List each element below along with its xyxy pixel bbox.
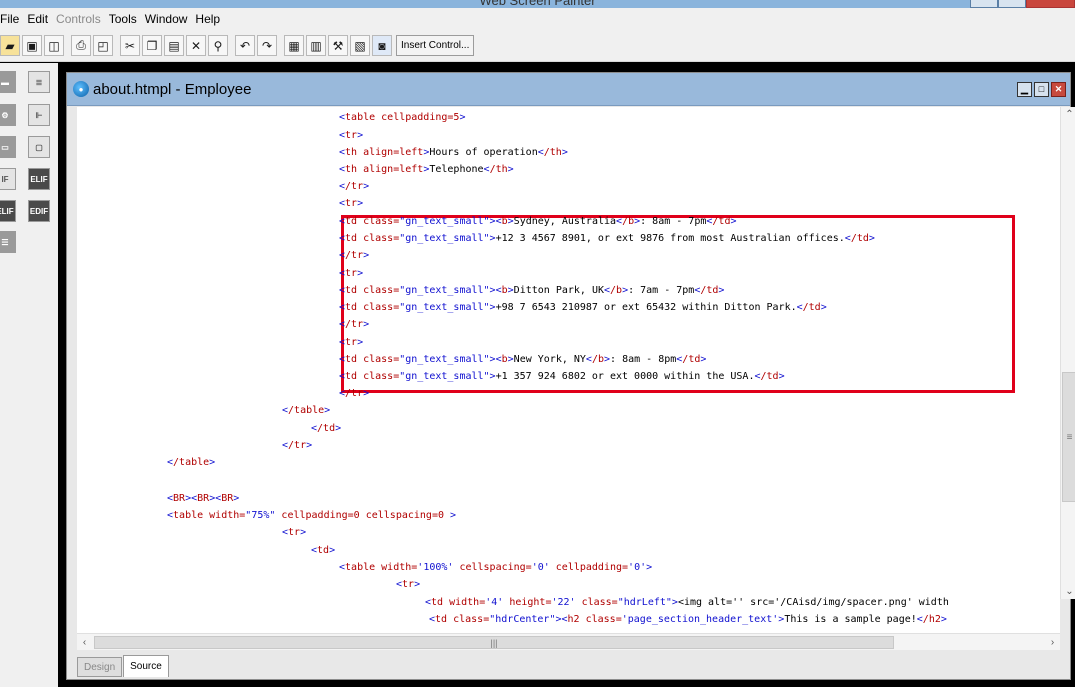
scroll-right-icon[interactable]: › — [1045, 635, 1060, 650]
tool-stack-icon[interactable]: ☰ — [0, 231, 16, 253]
source-editor[interactable]: <table cellpadding=5> <tr> <th align=left>… — [77, 107, 1060, 633]
vertical-scroll-thumb[interactable]: ≡ — [1062, 372, 1075, 502]
maximize-document-button[interactable]: □ — [1034, 82, 1049, 97]
code-line: </tr> — [339, 388, 370, 399]
document-title-bar: ● about.htmpl - Employee ▁ □ ✕ — [67, 73, 1070, 106]
code-line: <td class="gn_text_small"><b>Sydney, Aus… — [339, 216, 737, 227]
print-preview-icon[interactable]: ◰ — [93, 35, 113, 56]
code-line: </table> — [282, 405, 331, 416]
code-line: <td> — [311, 545, 336, 556]
redo-icon[interactable]: ↷ — [257, 35, 277, 56]
code-line: <th align=left>Hours of operation</th> — [339, 147, 568, 158]
properties-icon[interactable]: ▦ — [284, 35, 304, 56]
app-title: Web Screen Painter — [479, 0, 596, 8]
tools-icon[interactable]: ⚒ — [328, 35, 348, 56]
app-title-bar: Web Screen Painter — [0, 0, 1075, 8]
horizontal-scrollbar[interactable]: ‹ ||| › — [77, 633, 1060, 650]
tool-else-icon[interactable]: ELIF — [0, 200, 16, 222]
minimize-document-button[interactable]: ▁ — [1017, 82, 1032, 97]
tool-elif-icon[interactable]: ELIF — [28, 168, 50, 190]
menu-window[interactable]: Window — [145, 12, 192, 26]
form-icon[interactable]: ▥ — [306, 35, 326, 56]
code-line: <tr> — [339, 268, 364, 279]
maximize-app-button[interactable] — [998, 0, 1026, 8]
code-line: </tr> — [339, 250, 370, 261]
code-line: </tr> — [339, 181, 370, 192]
save-icon[interactable]: ▣ — [22, 35, 42, 56]
code-line: <tr> — [339, 198, 364, 209]
minimize-app-button[interactable] — [970, 0, 998, 8]
menu-help[interactable]: Help — [195, 12, 224, 26]
code-line: <tr> — [396, 579, 421, 590]
code-line: <td class="gn_text_small">+1 357 924 680… — [339, 371, 785, 382]
menu-controls[interactable]: Controls — [56, 12, 105, 26]
settings-icon[interactable]: ▧ — [350, 35, 370, 56]
code-line: <td class="gn_text_small">+98 7 6543 210… — [339, 302, 827, 313]
copy-icon[interactable]: ❐ — [142, 35, 162, 56]
print-icon[interactable]: ⎙ — [71, 35, 91, 56]
mdi-workspace: ● about.htmpl - Employee ▁ □ ✕ <table ce… — [58, 63, 1075, 687]
code-line: </table> — [167, 457, 216, 468]
tool-image-icon[interactable]: ▬ — [0, 71, 16, 93]
code-line: </td> — [311, 423, 342, 434]
menu-file[interactable]: File — [0, 12, 23, 26]
code-line: <td class="gn_text_small"><b>New York, N… — [339, 354, 707, 365]
insert-control-button[interactable]: Insert Control... — [396, 35, 475, 56]
code-line: </tr> — [339, 319, 370, 330]
code-line: <tr> — [339, 130, 364, 141]
code-line: <table width="75%" cellpadding=0 cellspa… — [167, 510, 457, 521]
close-app-button[interactable] — [1026, 0, 1075, 8]
code-line: <th align=left>Telephone</th> — [339, 164, 514, 175]
tab-source[interactable]: Source — [123, 655, 169, 677]
browser-preview-icon[interactable]: ◙ — [372, 35, 392, 56]
find-icon[interactable]: ⚲ — [208, 35, 228, 56]
code-line: </tr> — [282, 440, 313, 451]
tool-panel-icon[interactable]: ▭ — [0, 136, 16, 158]
cut-icon[interactable]: ✂ — [120, 35, 140, 56]
tool-tree-icon[interactable]: ⊩ — [28, 104, 50, 126]
code-line: <td width='4' height='22' class="hdrLeft… — [425, 597, 949, 608]
code-line: <td class="hdrCenter"><h2 class='page_se… — [429, 614, 947, 625]
tool-gear-icon[interactable]: ⚙ — [0, 104, 16, 126]
scroll-up-icon[interactable]: ⌃ — [1062, 107, 1075, 122]
open-folder-icon[interactable]: ▰ — [0, 35, 20, 56]
tool-list-icon[interactable]: ≣ — [28, 71, 50, 93]
code-line: <table width='100%' cellspacing='0' cell… — [339, 562, 653, 573]
vertical-scrollbar[interactable]: ⌃ ≡ ⌄ — [1060, 107, 1075, 599]
menu-bar: File Edit Controls Tools Window Help — [0, 8, 1075, 30]
document-icon: ● — [73, 81, 89, 97]
tab-design[interactable]: Design — [77, 657, 123, 677]
document-window: ● about.htmpl - Employee ▁ □ ✕ <table ce… — [66, 72, 1075, 680]
scroll-down-icon[interactable]: ⌄ — [1062, 584, 1075, 599]
paste-icon[interactable]: ▤ — [164, 35, 184, 56]
document-title: about.htmpl - Employee — [93, 80, 252, 98]
code-line: <tr> — [282, 527, 307, 538]
code-line: <td class="gn_text_small">+12 3 4567 890… — [339, 233, 875, 244]
code-line: <BR><BR><BR> — [167, 493, 240, 504]
view-tabs: Design Source — [77, 653, 170, 677]
control-toolbox: ▬ ≣ ⚙ ⊩ ▭ ▢ IF ELIF ELIF EDIF ☰ — [0, 63, 58, 687]
horizontal-scroll-thumb[interactable]: ||| — [94, 636, 894, 649]
close-document-button[interactable]: ✕ — [1051, 82, 1066, 97]
code-line: <td class="gn_text_small"><b>Ditton Park… — [339, 285, 725, 296]
tool-if-icon[interactable]: IF — [0, 168, 16, 190]
menu-edit[interactable]: Edit — [27, 12, 52, 26]
delete-icon[interactable]: ✕ — [186, 35, 206, 56]
scroll-left-icon[interactable]: ‹ — [77, 635, 92, 650]
code-line: <table cellpadding=5> — [339, 112, 466, 123]
code-line: <tr> — [339, 337, 364, 348]
menu-tools[interactable]: Tools — [109, 12, 141, 26]
tool-box-icon[interactable]: ▢ — [28, 136, 50, 158]
tool-endif-icon[interactable]: EDIF — [28, 200, 50, 222]
undo-icon[interactable]: ↶ — [235, 35, 255, 56]
save-all-icon[interactable]: ◫ — [44, 35, 64, 56]
main-toolbar: ▰ ▣ ◫ ⎙ ◰ ✂ ❐ ▤ ✕ ⚲ ↶ ↷ ▦ ▥ ⚒ ▧ ◙ Insert… — [0, 30, 1075, 62]
